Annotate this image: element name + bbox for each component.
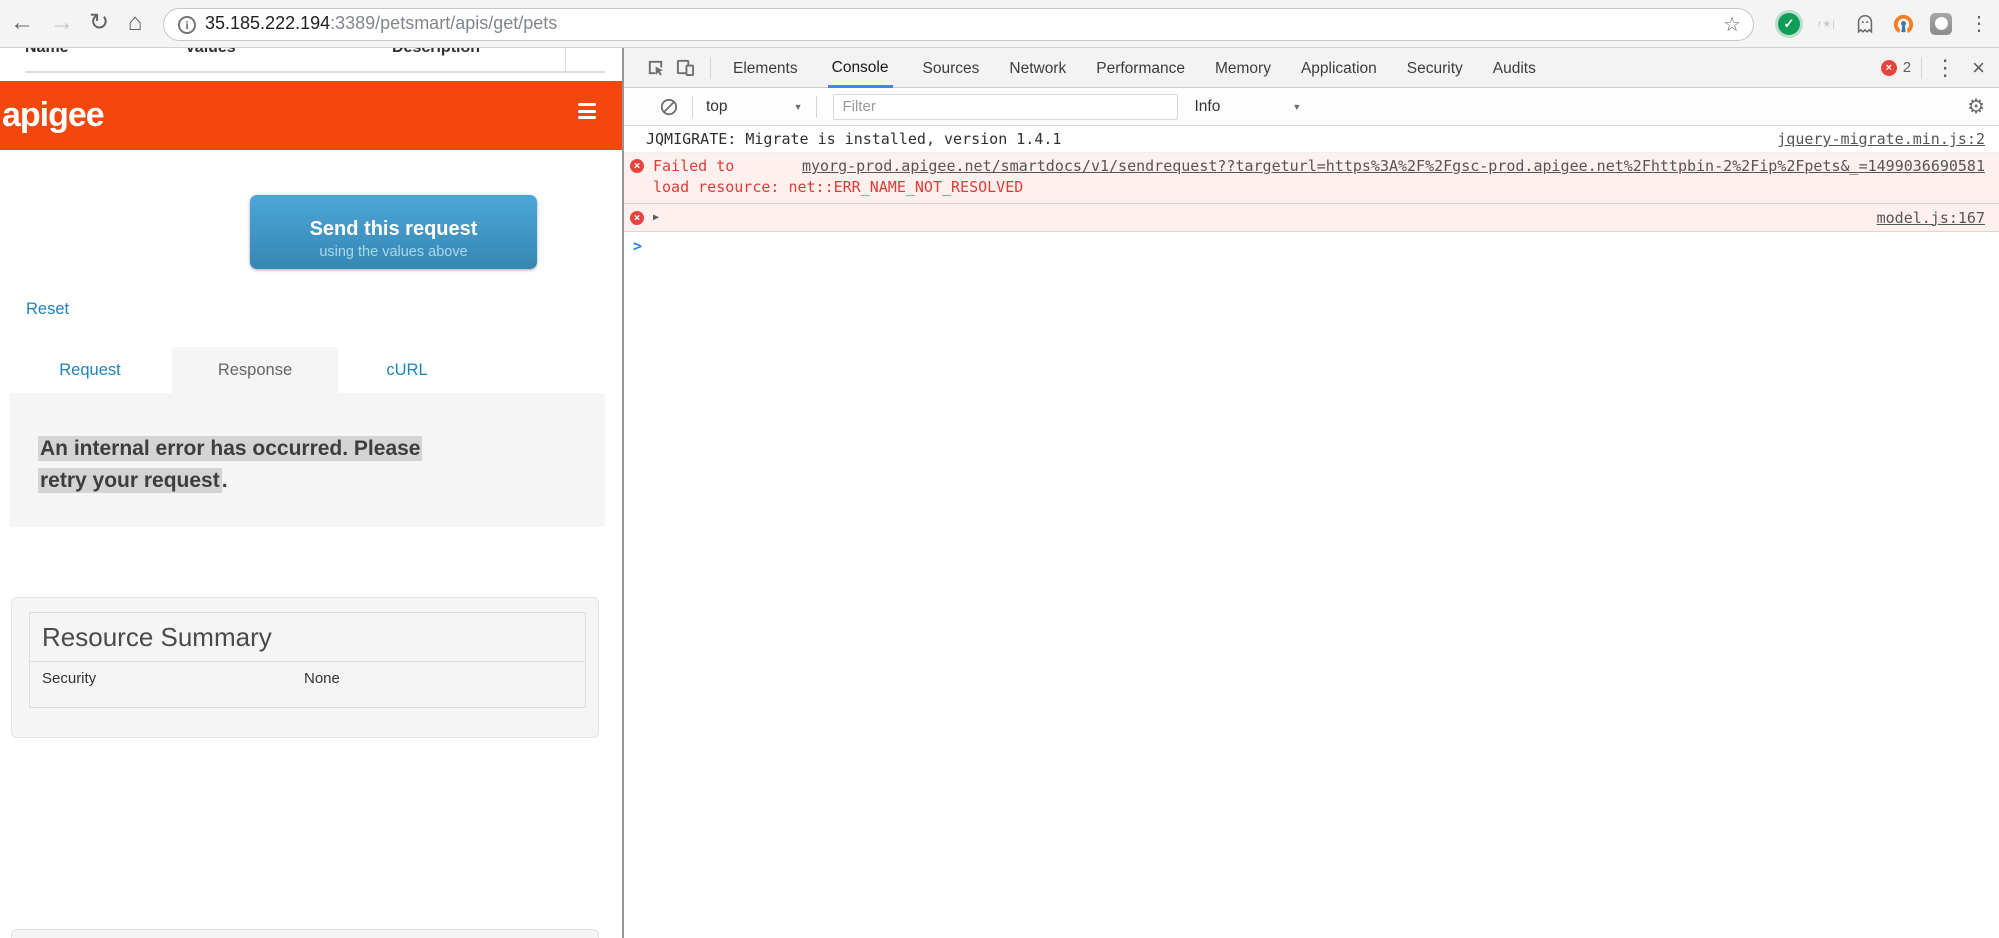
devtools-menu-icon[interactable]: ⋮ xyxy=(1934,57,1956,79)
forward-icon[interactable]: → xyxy=(47,0,77,48)
security-label: Security xyxy=(42,670,96,687)
devtools-tab-memory[interactable]: Memory xyxy=(1215,48,1271,88)
home-icon[interactable]: ⌂ xyxy=(120,0,150,48)
error-icon: × xyxy=(630,211,644,225)
resource-summary-title: Resource Summary xyxy=(30,613,585,662)
chrome-menu-icon[interactable]: ⋮ xyxy=(1967,12,1991,36)
ghost-extension-icon[interactable] xyxy=(1853,12,1877,36)
devtools-tab-sources[interactable]: Sources xyxy=(923,48,980,88)
toolbar-divider-2 xyxy=(816,96,817,118)
error-count-icon[interactable]: × xyxy=(1881,60,1897,76)
console-error-expandable: × ▶ model.js:167 xyxy=(624,204,1999,232)
column-header-values: Values xyxy=(185,48,236,57)
browser-toolbar: ← → ↻ ⌂ i 35.185.222.194:3389/petsmart/a… xyxy=(0,0,1999,48)
devtools-close-icon[interactable]: × xyxy=(1972,57,1985,79)
console-filter-input[interactable] xyxy=(833,94,1178,120)
devtools-tab-audits[interactable]: Audits xyxy=(1493,48,1536,88)
tab-response[interactable]: Response xyxy=(172,347,338,393)
jqmigrate-source-link[interactable]: jquery-migrate.min.js:2 xyxy=(1777,130,1985,148)
hamburger-menu-icon[interactable] xyxy=(578,103,596,119)
openvpn-extension-icon[interactable] xyxy=(1891,12,1915,36)
devtools-tab-elements[interactable]: Elements xyxy=(733,48,798,88)
send-request-subtitle: using the values above xyxy=(250,244,537,260)
internal-error-message: An internal error has occurred. Please r… xyxy=(38,433,518,497)
context-dropdown-icon[interactable]: ▼ xyxy=(794,102,803,112)
back-icon[interactable]: ← xyxy=(7,0,37,48)
page-content: Name Values Description apigee Send this… xyxy=(0,48,622,938)
console-error-failed-resource: × Failed to myorg-prod.apigee.net/smartd… xyxy=(624,153,1999,204)
error-count: 2 xyxy=(1903,59,1911,76)
console-messages: JQMIGRATE: Migrate is installed, version… xyxy=(624,126,1999,260)
jqmigrate-text: JQMIGRATE: Migrate is installed, version… xyxy=(646,130,1061,148)
devtools-tab-application[interactable]: Application xyxy=(1301,48,1377,88)
error-period: . xyxy=(222,469,228,492)
devtools-tab-network[interactable]: Network xyxy=(1009,48,1066,88)
inspect-element-icon[interactable] xyxy=(644,48,666,88)
toolbar-divider-1 xyxy=(692,96,693,118)
devtools-tabbar: Elements Console Sources Network Perform… xyxy=(624,48,1999,88)
url-text[interactable]: 35.185.222.194:3389/petsmart/apis/get/pe… xyxy=(205,13,557,34)
console-log-jqmigrate: JQMIGRATE: Migrate is installed, version… xyxy=(624,126,1999,153)
send-request-button[interactable]: Send this request using the values above xyxy=(250,195,537,269)
reset-link[interactable]: Reset xyxy=(26,300,69,319)
resource-summary-row: Security None xyxy=(30,662,585,712)
security-value: None xyxy=(304,670,340,687)
reload-icon[interactable]: ↻ xyxy=(84,0,114,48)
clear-console-icon[interactable] xyxy=(658,87,680,127)
console-toolbar: top ▼ Info ▼ ⚙ xyxy=(624,88,1999,126)
log-level-selector[interactable]: Info xyxy=(1194,98,1220,116)
apigee-header: apigee xyxy=(0,81,622,150)
bookmark-star-icon[interactable]: ☆ xyxy=(1723,12,1741,37)
error-line-2: retry your request xyxy=(38,468,222,493)
page-info-icon[interactable]: i xyxy=(178,16,196,34)
console-prompt-icon: > xyxy=(633,237,642,255)
device-toolbar-icon[interactable] xyxy=(674,48,696,88)
devtools-panel: Elements Console Sources Network Perform… xyxy=(622,48,1999,938)
request-response-tabs: Request Response cURL xyxy=(0,347,622,393)
resource-summary-inner: Resource Summary Security None xyxy=(29,612,586,708)
url-path: :3389/petsmart/apis/get/pets xyxy=(330,13,557,33)
devtools-tab-console[interactable]: Console xyxy=(828,48,893,88)
log-level-dropdown-icon[interactable]: ▼ xyxy=(1292,102,1301,112)
tab-request[interactable]: Request xyxy=(40,347,140,393)
response-panel: An internal error has occurred. Please r… xyxy=(10,393,605,527)
column-header-name: Name xyxy=(25,48,69,57)
error-icon: × xyxy=(630,159,644,173)
tabbar-divider-right xyxy=(1921,57,1922,79)
error-line-1: An internal error has occurred. Please xyxy=(38,436,422,461)
disabled-extension-icon[interactable]: r★| xyxy=(1815,12,1839,36)
console-settings-gear-icon[interactable]: ⚙ xyxy=(1967,94,1985,119)
next-section-edge xyxy=(11,929,599,938)
context-selector[interactable]: top xyxy=(706,98,728,116)
failed-suffix: load resource: net::ERR_NAME_NOT_RESOLVE… xyxy=(653,177,1985,198)
column-header-description: Description xyxy=(392,48,480,57)
console-prompt-row[interactable]: > xyxy=(624,232,1999,260)
tab-curl[interactable]: cURL xyxy=(357,347,457,393)
devtools-tab-performance[interactable]: Performance xyxy=(1096,48,1185,88)
table-column-divider xyxy=(565,48,566,71)
tabbar-divider xyxy=(710,57,711,79)
url-host: 35.185.222.194 xyxy=(205,13,330,33)
failed-url-link[interactable]: myorg-prod.apigee.net/smartdocs/v1/sendr… xyxy=(746,156,1985,177)
failed-prefix: Failed to xyxy=(653,156,734,177)
table-header-border xyxy=(25,71,605,73)
extensions-bar: ✓ r★| ⋮ xyxy=(1777,0,1991,48)
devtools-tab-security[interactable]: Security xyxy=(1407,48,1463,88)
adblock-check-icon[interactable]: ✓ xyxy=(1778,13,1800,35)
send-request-title: Send this request xyxy=(250,218,537,241)
browser-window: ← → ↻ ⌂ i 35.185.222.194:3389/petsmart/a… xyxy=(0,0,1999,938)
address-bar[interactable]: i 35.185.222.194:3389/petsmart/apis/get/… xyxy=(163,8,1754,41)
resource-summary-box: Resource Summary Security None xyxy=(11,597,599,738)
expand-triangle-icon[interactable]: ▶ xyxy=(653,212,659,223)
model-source-link[interactable]: model.js:167 xyxy=(1877,209,1985,227)
gray-app-extension-icon[interactable] xyxy=(1930,13,1952,35)
apigee-logo: apigee xyxy=(2,96,104,135)
